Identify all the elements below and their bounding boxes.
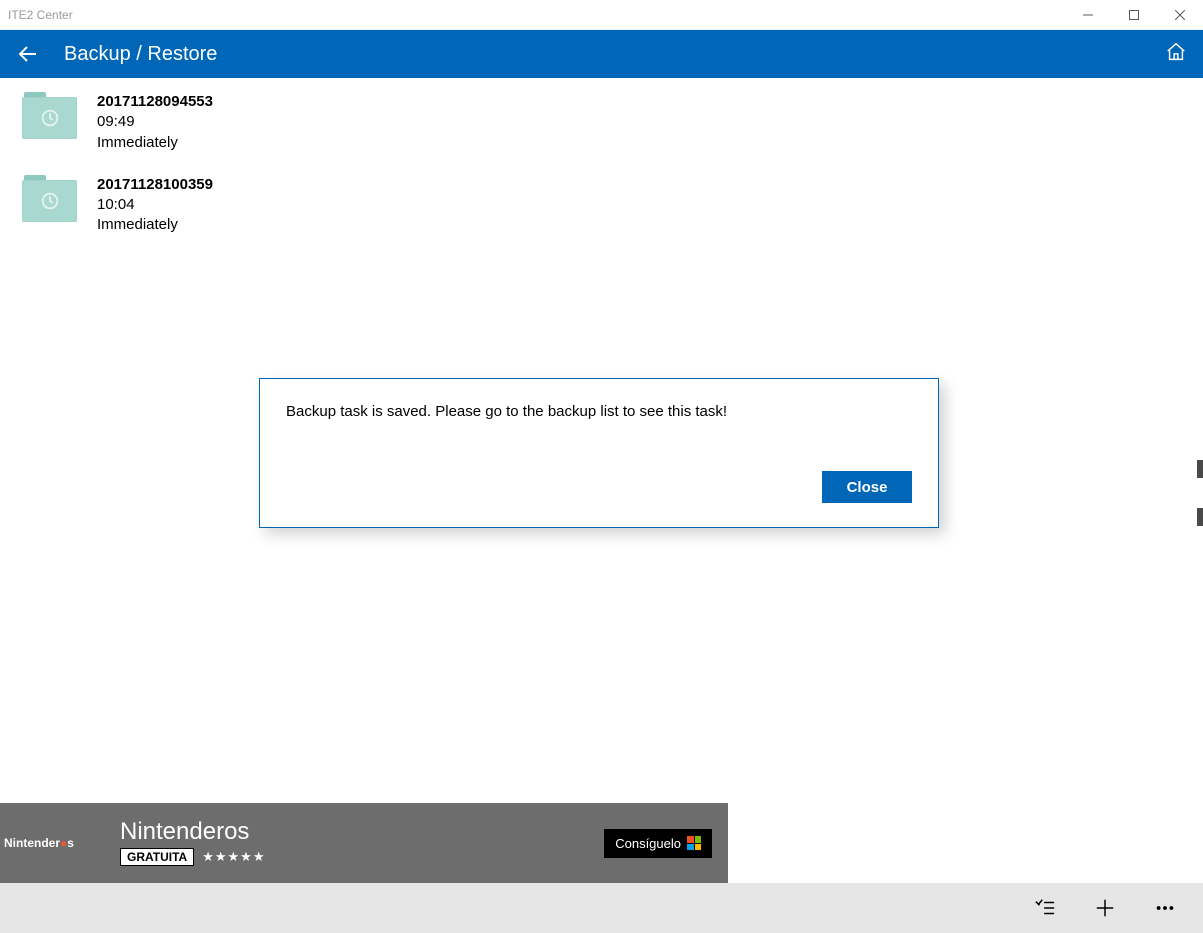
- add-button[interactable]: [1077, 883, 1133, 933]
- ad-brand-suffix: s: [67, 836, 74, 850]
- dialog-message: Backup task is saved. Please go to the b…: [286, 403, 912, 420]
- backup-mode: Immediately: [97, 133, 213, 153]
- window-controls: [1065, 0, 1203, 30]
- more-button[interactable]: [1137, 883, 1193, 933]
- ad-price-badge: GRATUITA: [120, 848, 194, 866]
- maximize-button[interactable]: [1111, 0, 1157, 30]
- command-bar: [0, 883, 1203, 933]
- backup-item[interactable]: 20171128100359 10:04 Immediately: [22, 171, 1181, 254]
- info-dialog: Backup task is saved. Please go to the b…: [259, 378, 939, 528]
- ad-brand-prefix: Nintender: [4, 836, 60, 850]
- microsoft-store-icon: [687, 836, 701, 850]
- page-title: Backup / Restore: [64, 43, 217, 66]
- backup-item[interactable]: 20171128094553 09:49 Immediately: [22, 88, 1181, 171]
- back-button[interactable]: [16, 42, 40, 66]
- ad-banner[interactable]: Nintender●s Nintenderos GRATUITA ★★★★★ C…: [0, 803, 728, 883]
- ad-title: Nintenderos: [120, 820, 584, 844]
- scrollbar-hint: [1197, 508, 1203, 526]
- window-title: ITE2 Center: [8, 8, 73, 22]
- backup-meta: 20171128100359 10:04 Immediately: [97, 175, 213, 236]
- backup-time: 09:49: [97, 112, 213, 132]
- ad-brand-logo: Nintender●s: [0, 836, 100, 850]
- ad-star-rating: ★★★★★: [202, 849, 265, 865]
- backup-meta: 20171128094553 09:49 Immediately: [97, 92, 213, 153]
- content-area: 20171128094553 09:49 Immediately 2017112…: [0, 78, 1203, 803]
- scrollbar-hint: [1197, 460, 1203, 478]
- close-window-button[interactable]: [1157, 0, 1203, 30]
- app-header: Backup / Restore: [0, 30, 1203, 78]
- backup-name: 20171128094553: [97, 92, 213, 112]
- folder-icon: [22, 175, 77, 223]
- backup-time: 10:04: [97, 195, 213, 215]
- dialog-close-button[interactable]: Close: [822, 471, 912, 503]
- select-button[interactable]: [1017, 883, 1073, 933]
- window-titlebar: ITE2 Center: [0, 0, 1203, 30]
- backup-name: 20171128100359: [97, 175, 213, 195]
- folder-icon: [22, 92, 77, 140]
- backup-list: 20171128094553 09:49 Immediately 2017112…: [0, 78, 1203, 264]
- ad-cta-button[interactable]: Consíguelo: [604, 829, 712, 858]
- backup-mode: Immediately: [97, 215, 213, 235]
- ad-cta-label: Consíguelo: [615, 836, 681, 851]
- home-button[interactable]: [1165, 41, 1187, 68]
- ad-center: Nintenderos GRATUITA ★★★★★: [120, 820, 584, 866]
- minimize-button[interactable]: [1065, 0, 1111, 30]
